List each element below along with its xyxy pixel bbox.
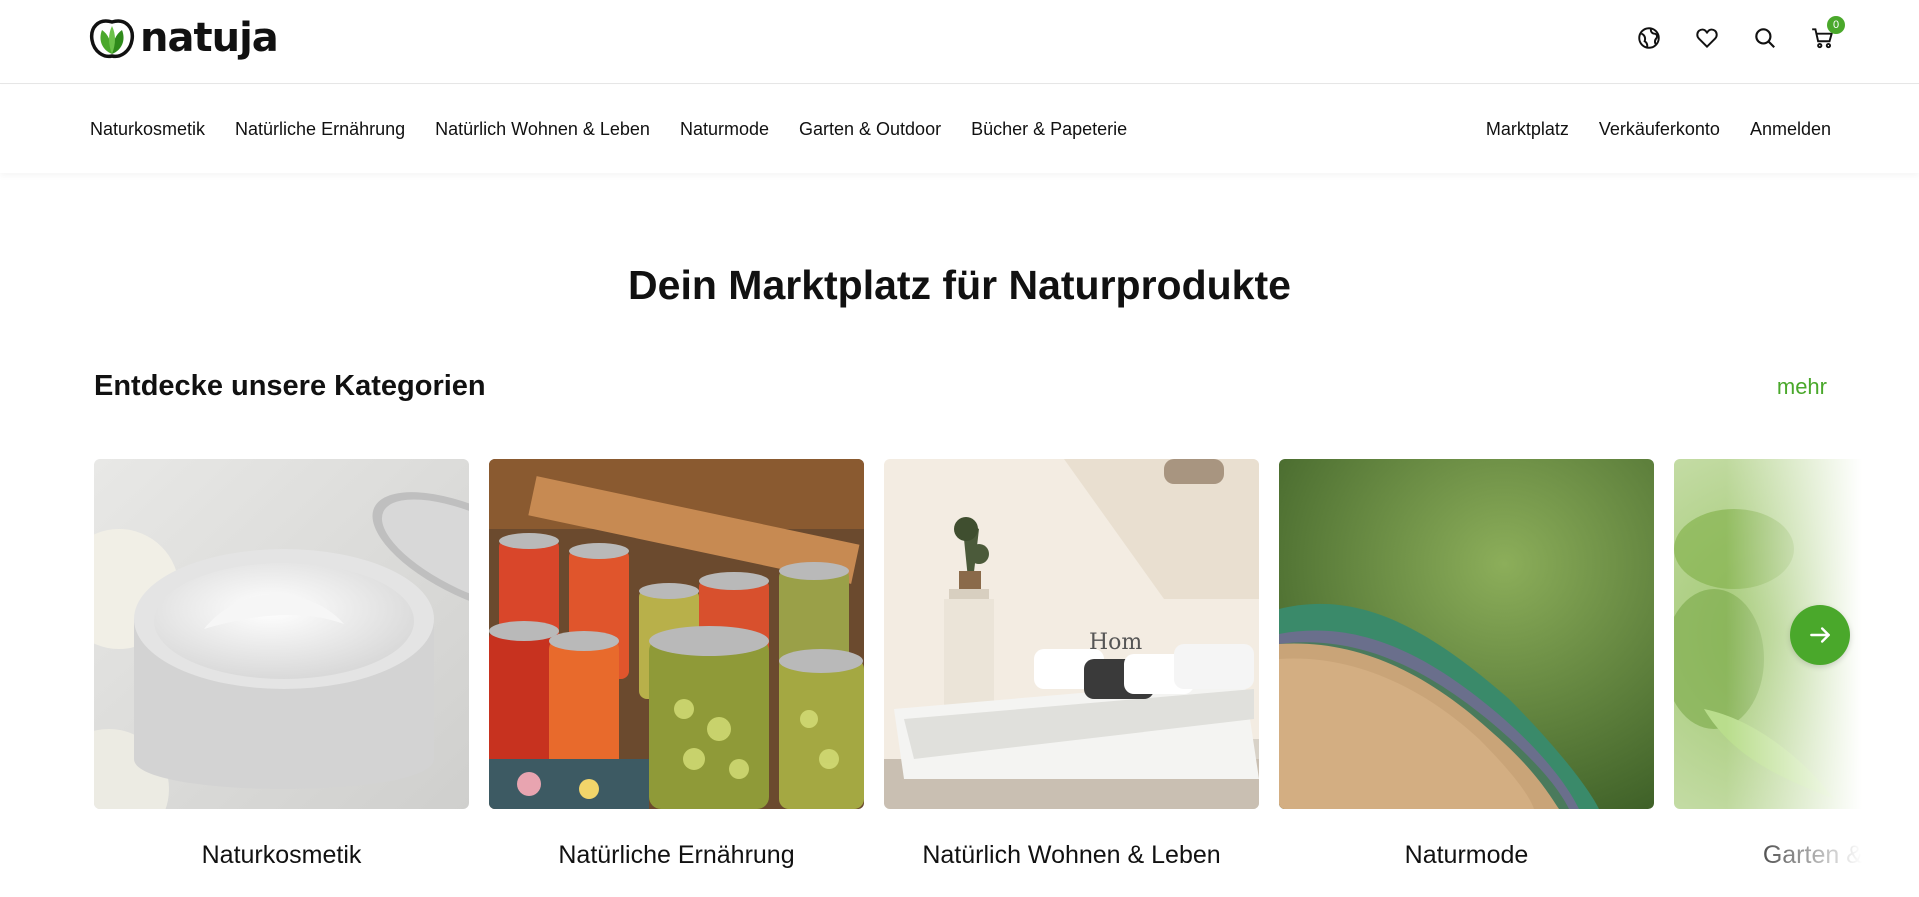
cart-button[interactable]: 0: [1807, 16, 1845, 54]
category-image-fabric-layers: [1279, 459, 1654, 809]
language-button[interactable]: [1633, 22, 1665, 54]
category-label: Natürlich Wohnen & Leben: [922, 841, 1221, 869]
category-image-green-leaves: [1674, 459, 1886, 809]
category-image-bedroom: Hom: [884, 459, 1259, 809]
top-header: natuja 0: [0, 0, 1919, 84]
category-label: Naturmode: [1404, 841, 1529, 869]
category-image-cream-jar: [94, 459, 469, 809]
cart-count-badge: 0: [1827, 16, 1845, 34]
arrow-right-icon: [1810, 627, 1830, 643]
search-button[interactable]: [1749, 22, 1781, 54]
nav-item-marktplatz[interactable]: Marktplatz: [1486, 119, 1569, 140]
logo-text: natuja: [140, 15, 279, 61]
nav-item-natuerliche-ernaehrung[interactable]: Natürliche Ernährung: [235, 119, 405, 140]
wishlist-button[interactable]: [1691, 22, 1723, 54]
category-label: Garten & Outdoor: [1762, 841, 1886, 869]
category-card-naturmode[interactable]: Naturmode: [1279, 459, 1654, 870]
category-image-preserve-jars: [489, 459, 864, 809]
more-categories-link[interactable]: mehr: [1777, 374, 1827, 400]
logo-leaf-icon: [89, 19, 135, 59]
nav-item-naturmode[interactable]: Naturmode: [680, 119, 769, 140]
heart-icon: [1696, 28, 1718, 49]
search-icon: [1755, 28, 1775, 48]
category-card-garten-outdoor[interactable]: Garten & Outdoor: [1674, 459, 1886, 870]
page-title: Dein Marktplatz für Naturprodukte: [628, 262, 1291, 308]
globe-icon: [1638, 27, 1660, 49]
header-actions: 0: [1633, 16, 1845, 54]
nav-item-garten-outdoor[interactable]: Garten & Outdoor: [799, 119, 941, 140]
nav-item-natuerlich-wohnen-leben[interactable]: Natürlich Wohnen & Leben: [435, 119, 650, 140]
category-card-naturkosmetik[interactable]: Naturkosmetik: [94, 459, 469, 870]
nav-item-verkaeuferkonto[interactable]: Verkäuferkonto: [1599, 119, 1720, 140]
category-card-natuerlich-wohnen-leben[interactable]: Hom Natürlich Wohnen & Leben: [884, 459, 1259, 870]
categories-heading: Entdecke unsere Kategorien: [94, 370, 486, 402]
category-label: Naturkosmetik: [201, 841, 362, 869]
main-navigation: Naturkosmetik Natürliche Ernährung Natür…: [0, 85, 1919, 173]
nav-item-anmelden[interactable]: Anmelden: [1750, 119, 1831, 140]
svg-text:Hom: Hom: [1089, 630, 1142, 655]
account-nav: Marktplatz Verkäuferkonto Anmelden: [1486, 85, 1831, 173]
category-card-natuerliche-ernaehrung[interactable]: Natürliche Ernährung: [489, 459, 864, 870]
category-label: Natürliche Ernährung: [558, 841, 795, 869]
category-carousel: Naturkosmetik Natürliche Ernährung Hom N…: [94, 459, 1886, 897]
carousel-next-button[interactable]: [1790, 605, 1850, 665]
category-nav: Naturkosmetik Natürliche Ernährung Natür…: [90, 85, 1127, 173]
nav-item-buecher-papeterie[interactable]: Bücher & Papeterie: [971, 119, 1127, 140]
nav-item-naturkosmetik[interactable]: Naturkosmetik: [90, 119, 205, 140]
logo[interactable]: natuja: [88, 15, 279, 61]
